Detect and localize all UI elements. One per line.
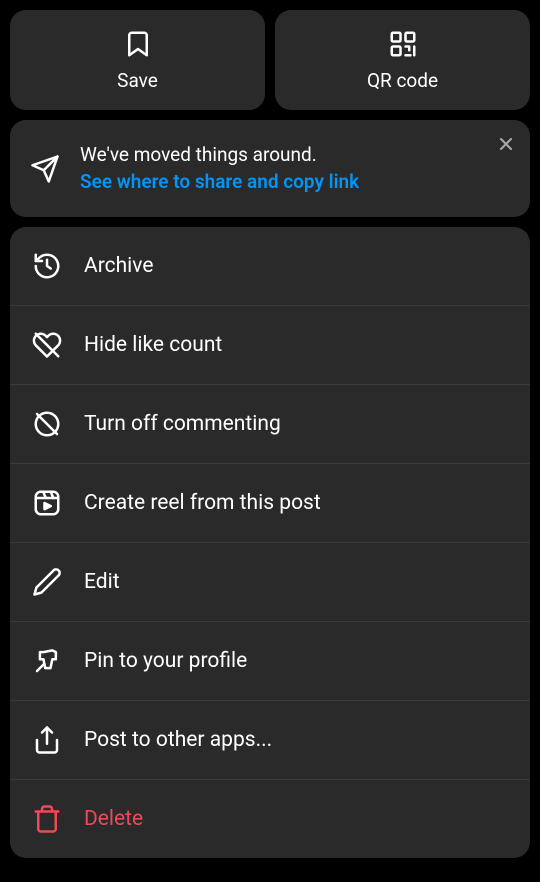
info-banner[interactable]: We've moved things around. See where to … — [10, 120, 530, 217]
pin-item[interactable]: Pin to your profile — [10, 622, 530, 701]
hide-likes-label: Hide like count — [84, 333, 222, 357]
save-button[interactable]: Save — [10, 10, 265, 110]
turn-off-commenting-label: Turn off commenting — [84, 412, 281, 436]
save-label: Save — [117, 69, 158, 92]
turn-off-commenting-item[interactable]: Turn off commenting — [10, 385, 530, 464]
share-icon — [32, 725, 62, 755]
trash-icon — [32, 804, 62, 834]
qr-code-icon — [388, 29, 418, 59]
create-reel-label: Create reel from this post — [84, 491, 321, 515]
close-icon[interactable] — [496, 134, 516, 154]
pin-icon — [32, 646, 62, 676]
qr-code-button[interactable]: QR code — [275, 10, 530, 110]
heart-off-icon — [32, 330, 62, 360]
menu-list: Archive Hide like count Turn off comment… — [10, 227, 530, 858]
banner-line1: We've moved things around. — [80, 142, 510, 169]
archive-item[interactable]: Archive — [10, 227, 530, 306]
create-reel-item[interactable]: Create reel from this post — [10, 464, 530, 543]
send-icon — [30, 154, 60, 184]
archive-label: Archive — [84, 254, 153, 278]
post-other-apps-item[interactable]: Post to other apps... — [10, 701, 530, 780]
bookmark-icon — [123, 29, 153, 59]
reel-icon — [32, 488, 62, 518]
pin-label: Pin to your profile — [84, 649, 247, 673]
hide-likes-item[interactable]: Hide like count — [10, 306, 530, 385]
edit-icon — [32, 567, 62, 597]
post-other-apps-label: Post to other apps... — [84, 728, 272, 752]
comment-off-icon — [32, 409, 62, 439]
qr-code-label: QR code — [367, 69, 438, 92]
archive-icon — [32, 251, 62, 281]
edit-item[interactable]: Edit — [10, 543, 530, 622]
delete-label: Delete — [84, 807, 143, 831]
edit-label: Edit — [84, 570, 120, 594]
banner-line2-link[interactable]: See where to share and copy link — [80, 169, 510, 196]
banner-text: We've moved things around. See where to … — [80, 142, 510, 195]
delete-item[interactable]: Delete — [10, 780, 530, 858]
